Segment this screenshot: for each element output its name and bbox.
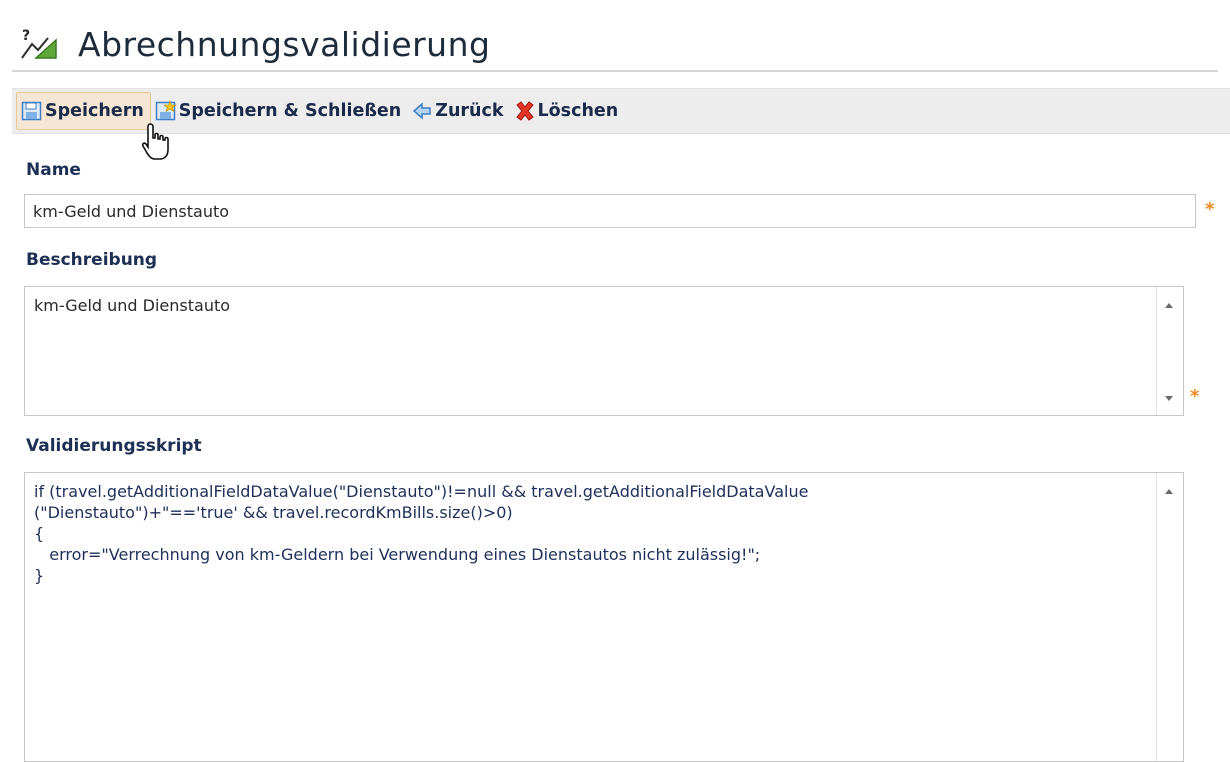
- floppy-disk-star-icon: [155, 100, 177, 122]
- toolbar: Speichern Speichern & Schließen Zurück L…: [12, 88, 1230, 134]
- page-title: Abrechnungsvalidierung: [78, 24, 491, 64]
- back-button[interactable]: Zurück: [407, 93, 509, 129]
- name-label: Name: [26, 160, 81, 180]
- save-button-label: Speichern: [45, 101, 144, 121]
- back-arrow-icon: [411, 100, 433, 122]
- save-button[interactable]: Speichern: [16, 92, 151, 130]
- validation-script-text: if (travel.getAdditionalFieldDataValue("…: [34, 482, 809, 585]
- back-button-label: Zurück: [435, 101, 504, 121]
- page-header: ? Abrechnungsvalidierung: [12, 18, 1218, 72]
- scroll-down-icon[interactable]: [1165, 396, 1173, 401]
- scroll-up-icon[interactable]: [1165, 303, 1173, 308]
- script-label: Validierungsskript: [26, 436, 202, 456]
- validation-script-field[interactable]: if (travel.getAdditionalFieldDataValue("…: [24, 472, 1184, 762]
- name-field[interactable]: km-Geld und Dienstauto: [24, 194, 1196, 228]
- chart-help-icon: ?: [18, 26, 64, 62]
- delete-button-label: Löschen: [537, 101, 619, 121]
- red-x-icon: [514, 100, 536, 122]
- svg-text:?: ?: [22, 28, 30, 44]
- delete-button[interactable]: Löschen: [510, 93, 625, 129]
- script-scrollbar[interactable]: [1156, 473, 1183, 761]
- description-scrollbar[interactable]: [1156, 287, 1183, 415]
- hand-cursor-icon: [140, 122, 172, 162]
- name-required-marker: *: [1205, 199, 1215, 220]
- save-close-button[interactable]: Speichern & Schließen: [151, 93, 407, 129]
- description-field[interactable]: km-Geld und Dienstauto: [24, 286, 1184, 416]
- scroll-up-icon[interactable]: [1165, 489, 1173, 494]
- description-required-marker: *: [1190, 386, 1200, 407]
- description-label: Beschreibung: [26, 250, 158, 270]
- description-text: km-Geld und Dienstauto: [34, 296, 231, 315]
- save-close-button-label: Speichern & Schließen: [178, 101, 402, 121]
- floppy-disk-icon: [21, 100, 43, 122]
